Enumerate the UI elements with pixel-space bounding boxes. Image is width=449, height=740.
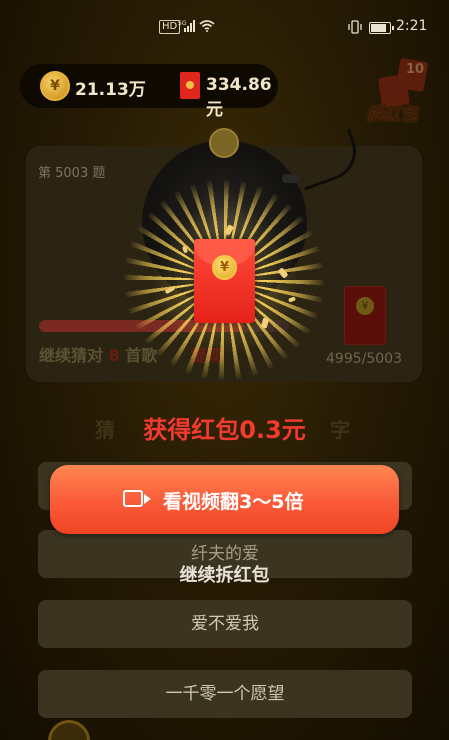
app-screen: HD 5G 2:21 ¥ 21.13万 334.86元 10 拆红包 第 500…	[0, 0, 449, 740]
question-number: 第 5003 题	[38, 166, 106, 181]
hint-number: 8	[108, 346, 120, 365]
vibrate-icon	[347, 20, 363, 38]
tonearm-icon	[290, 128, 365, 191]
video-camera-icon	[123, 490, 151, 507]
envelope-coin-icon: ¥	[212, 255, 237, 280]
wifi-icon	[199, 20, 215, 36]
battery-icon	[369, 22, 394, 34]
network-type: 5G	[178, 20, 187, 27]
open-envelope-label: 拆红包	[366, 104, 418, 125]
envelope-count: 10	[406, 62, 425, 77]
reward-title: 获得红包0.3元	[143, 416, 306, 444]
reward-envelope-icon[interactable]	[344, 286, 386, 345]
clock: 2:21	[396, 18, 428, 34]
continue-open-envelope-link[interactable]: 继续拆红包	[0, 561, 449, 587]
watch-video-multiply-button[interactable]: 看视频翻3～5倍	[50, 465, 399, 534]
coin-icon: ¥	[40, 71, 70, 101]
prize-red-envelope[interactable]: ¥	[194, 239, 255, 323]
guess-right-text: 字	[330, 418, 350, 442]
bottom-coin-icon[interactable]	[48, 720, 90, 740]
guess-row: 猜 获得红包0.3元 字	[0, 408, 449, 444]
open-envelope-entry[interactable]: 10 拆红包	[366, 57, 434, 125]
disc-center-coin-icon	[209, 128, 239, 158]
hint-prefix: 继续猜对	[39, 346, 109, 365]
status-bar: HD 5G 2:21	[0, 0, 449, 52]
wallet-bar[interactable]: ¥ 21.13万 334.86元	[20, 64, 278, 120]
signal-icon: 5G	[178, 19, 196, 37]
answer-option-4[interactable]: 一千零一个愿望	[38, 670, 412, 718]
tonearm-head-icon	[282, 174, 300, 183]
red-envelope-icon	[180, 72, 200, 99]
progress-count: 4995/5003	[326, 351, 402, 367]
answer-option-3[interactable]: 爱不爱我	[38, 600, 412, 648]
cash-balance: 334.86元	[206, 75, 272, 120]
coin-balance: 21.13万	[75, 80, 146, 100]
watch-video-label: 看视频翻3～5倍	[163, 491, 304, 513]
